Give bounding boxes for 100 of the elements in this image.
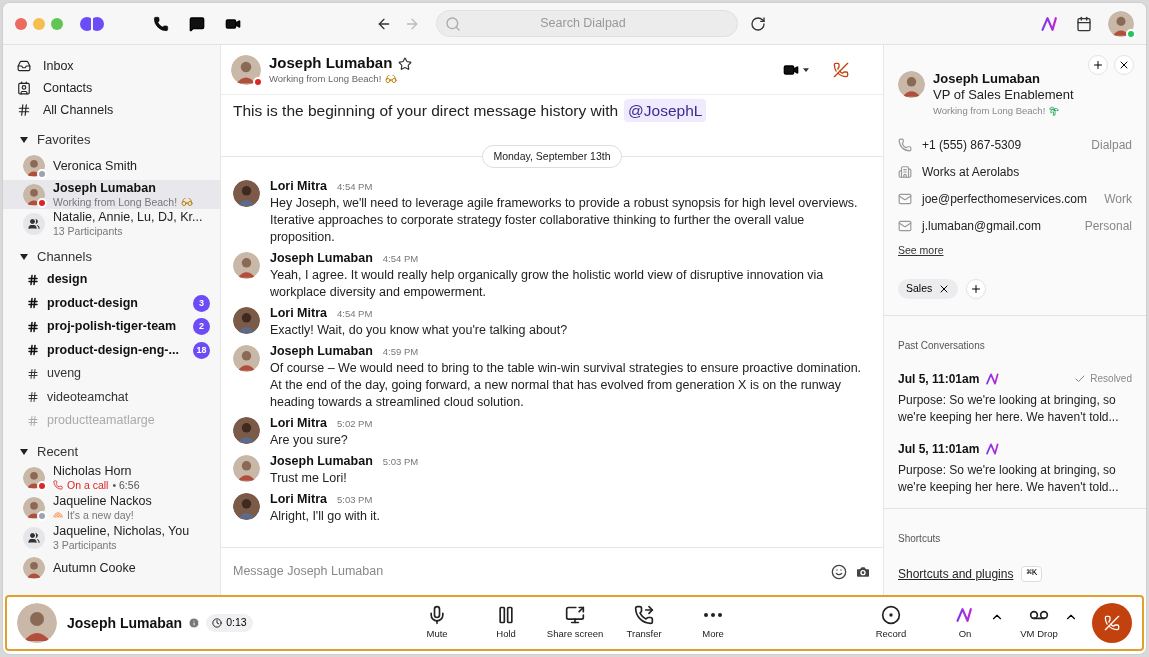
channel-item[interactable]: product-design 3 (3, 291, 220, 315)
avatar (23, 556, 45, 579)
palm-tree-icon (1049, 106, 1060, 116)
status-text: 3 Participants (53, 538, 117, 552)
channel-item[interactable]: proj-polish-tiger-team 2 (3, 315, 220, 339)
mention-link[interactable]: @JosephL (624, 99, 707, 123)
collapse-triangle-icon[interactable] (19, 135, 29, 145)
contact-name: Jaqueline, Nicholas, You (53, 523, 190, 538)
section-title[interactable]: Channels (37, 247, 92, 267)
calendar-icon[interactable] (1076, 15, 1092, 32)
call-duration: • 6:56 (112, 477, 140, 492)
call-action-button[interactable]: Transfer (609, 604, 679, 642)
conversation-item[interactable]: Jaqueline Nackos It's a new day! (3, 492, 220, 523)
phone-icon (898, 137, 912, 152)
app-logo-icon (79, 14, 105, 33)
status-text: On a call (67, 477, 109, 492)
message-input[interactable]: Message Joseph Lumaban (233, 562, 823, 581)
collapse-triangle-icon[interactable] (19, 446, 29, 457)
nav-item[interactable]: Contacts (3, 77, 220, 99)
info-icon[interactable] (188, 617, 201, 629)
avatar (233, 252, 260, 280)
history-intro: This is the beginning of your direct message history with (233, 101, 619, 121)
message-time: 4:54 PM (382, 252, 419, 267)
keyboard-shortcut: ⌘K (1021, 566, 1043, 582)
phone-icon[interactable] (153, 15, 169, 32)
search-field[interactable]: Search Dialpad (461, 14, 729, 33)
call-timer: 0:13 (206, 614, 253, 632)
past-conversation[interactable]: Jul 5, 11:01am Resolved Purpose: So we're looking at bringing, so we're keeping her here. We haven't told... (898, 369, 1132, 426)
unread-count-badge: 18 (193, 341, 210, 359)
nav-item[interactable]: All Channels (3, 99, 220, 121)
call-action-button[interactable]: More (678, 604, 748, 642)
message-author: Lori Mitra (270, 178, 327, 196)
call-action-button[interactable]: Mute (402, 604, 472, 642)
detail-label: Work (1104, 190, 1132, 208)
conversation-item[interactable]: Natalie, Annie, Lu, DJ, Kr... 13 Participants (3, 209, 220, 238)
close-button[interactable] (1114, 55, 1134, 75)
avatar (17, 603, 57, 643)
call-action-button[interactable]: Hold (471, 604, 541, 642)
inbox-icon (17, 59, 31, 73)
contact-detail[interactable]: +1 (555) 867-5309 (922, 135, 1022, 154)
tag-chip[interactable]: Sales (898, 278, 959, 299)
phone-icon (53, 479, 63, 490)
contact-name: Joseph Lumaban (933, 71, 1041, 87)
channel-item[interactable]: uveng (3, 362, 220, 386)
refresh-icon[interactable] (750, 15, 766, 32)
contact-detail: Works at Aerolabs (922, 163, 1020, 181)
contact-detail[interactable]: joe@perfecthomeservices.com (922, 189, 1087, 208)
chat-status: Working from Long Beach! (269, 72, 382, 85)
contact-name: Joseph Lumaban (53, 180, 157, 195)
screen-share-icon (565, 604, 586, 625)
message-time: 4:54 PM (336, 307, 373, 322)
contact-name: Jaqueline Nackos (53, 493, 152, 508)
see-more-link[interactable]: See more (898, 243, 944, 259)
section-title[interactable]: Recent (37, 441, 79, 462)
emoji-icon[interactable] (831, 563, 847, 580)
message-time: 5:03 PM (336, 493, 373, 508)
call-action-button[interactable]: Record (866, 604, 916, 642)
shortcuts-link[interactable]: Shortcuts and plugins (898, 564, 1014, 583)
channel-item[interactable]: product-design-eng-... 18 (3, 338, 220, 362)
collapse-triangle-icon[interactable] (19, 252, 29, 262)
star-icon[interactable] (398, 56, 413, 71)
conversation-item[interactable]: Veronica Smith (3, 151, 220, 180)
avatar (23, 466, 45, 489)
message-text: Hey Joseph, we'll need to leverage agile frameworks to provide a robust synopsis for high level overviews. Iterative approaches to corporate strategy foster collaborative thinking to further the overall value proposition. (270, 195, 859, 247)
close-icon (1118, 59, 1130, 71)
hash-icon (17, 103, 31, 117)
hang-up-icon[interactable] (833, 61, 849, 78)
call-action-button[interactable]: VM Drop (1014, 604, 1064, 642)
add-tag-button[interactable] (966, 278, 987, 299)
avatar (231, 54, 261, 85)
record-icon (881, 604, 901, 625)
channel-item[interactable]: design (3, 268, 220, 292)
message-icon[interactable] (189, 15, 205, 32)
channel-item[interactable]: videoteamchat (3, 385, 220, 409)
contact-detail[interactable]: j.lumaban@gmail.com (922, 216, 1041, 235)
call-action-button[interactable]: Share screen (540, 604, 610, 642)
hash-icon (27, 367, 39, 380)
contact-status: Working from Long Beach! (933, 104, 1046, 118)
conversation-item[interactable]: Joseph Lumaban Working from Long Beach! (3, 180, 220, 209)
section-title[interactable]: Favorites (37, 130, 91, 150)
message-text: Trust me Lori! (270, 470, 348, 488)
email-icon (898, 191, 912, 206)
close-window-button[interactable] (15, 17, 27, 30)
nav-item[interactable]: Inbox (3, 55, 220, 77)
search-bar[interactable]: Search Dialpad (436, 10, 738, 37)
add-button[interactable] (1088, 55, 1108, 75)
contact-name: Autumn Cooke (53, 560, 136, 575)
conversation-item[interactable]: Jaqueline, Nicholas, You 3 Participants (3, 522, 220, 553)
hang-up-button[interactable] (1092, 603, 1132, 643)
sunglasses-icon (385, 72, 398, 85)
past-conversation[interactable]: Jul 5, 11:01am Purpose: So we're looking at bringing, so we're keeping her here. We haven't told... (898, 439, 1132, 496)
conversation-item[interactable]: Autumn Cooke (3, 552, 220, 583)
plus-icon (970, 282, 983, 295)
message-author: Joseph Lumaban (270, 453, 373, 471)
plus-icon (1092, 59, 1104, 71)
rainbow-icon (53, 509, 63, 520)
hash-icon (27, 391, 39, 404)
call-action-button[interactable]: On (940, 604, 990, 642)
contact-title: VP of Sales Enablement (933, 87, 1074, 103)
conversation-item[interactable]: Nicholas Horn On a call • 6:56 (3, 462, 220, 493)
